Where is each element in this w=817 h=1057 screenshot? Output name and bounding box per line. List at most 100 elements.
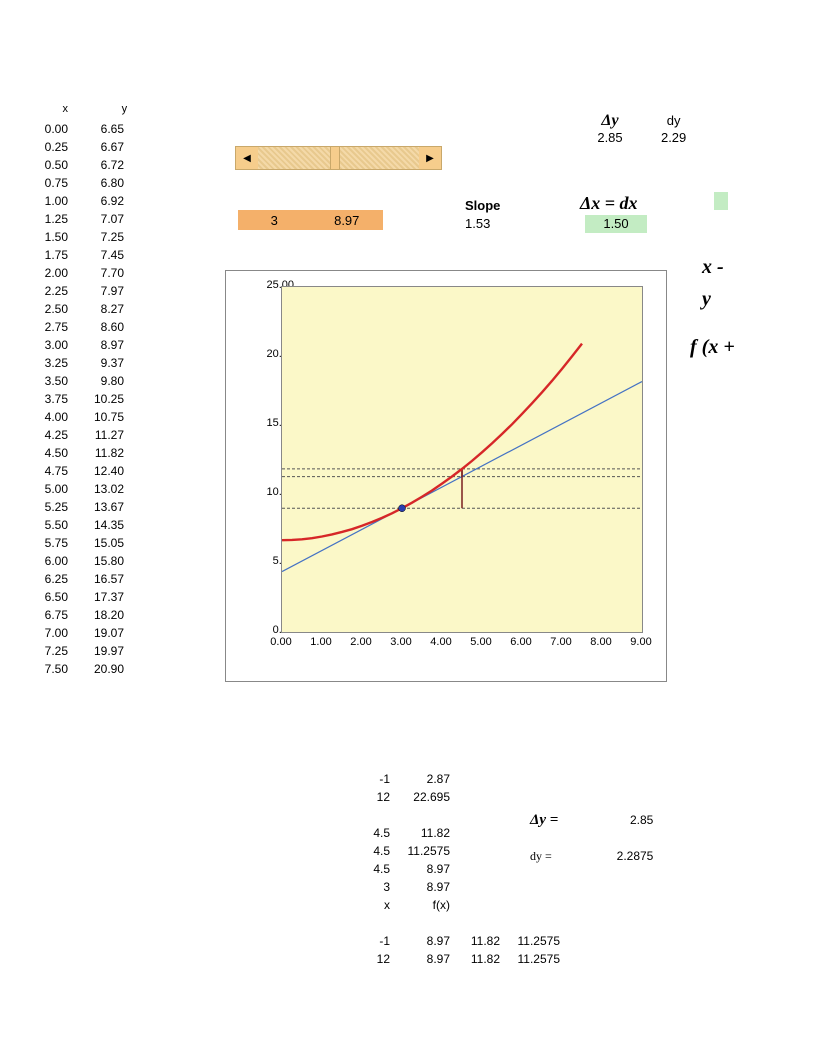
- table-row: 38.97: [355, 878, 560, 896]
- table-row: 0.756.80: [28, 174, 127, 192]
- scroll-left-button[interactable]: ◀: [236, 147, 258, 169]
- cell-x: 5.50: [28, 516, 68, 534]
- cell-y: 6.67: [74, 138, 124, 156]
- cell-y: 18.20: [74, 606, 124, 624]
- slope-label: Slope: [465, 198, 500, 213]
- chart: 25.00 20.00 15.00 10.00 5.00 0.00 0.00 1…: [225, 270, 667, 682]
- current-x: 3: [238, 213, 311, 228]
- cell-y: 7.45: [74, 246, 124, 264]
- current-y: 8.97: [311, 213, 384, 228]
- table-row: 4.7512.40: [28, 462, 127, 480]
- table-row: 2.75 8.60: [28, 318, 127, 336]
- cell-x: 7.50: [28, 660, 68, 678]
- table-row: 5.0013.02: [28, 480, 127, 498]
- xy-table: x y 0.006.650.256.670.506.720.756.801.00…: [28, 100, 127, 678]
- triangle-right-icon: ▶: [426, 153, 434, 164]
- cell-y: 6.65: [74, 120, 124, 138]
- cell-x: 6.75: [28, 606, 68, 624]
- cell-x: 3.50: [28, 372, 68, 390]
- cell-y: 7.97: [74, 282, 124, 300]
- cell-y: 19.97: [74, 642, 124, 660]
- cell-x: 7.00: [28, 624, 68, 642]
- x-tick: 2.00: [346, 636, 376, 648]
- table-row: -18.9711.8211.2575: [355, 932, 560, 950]
- delta-y-value: 2.85: [580, 130, 640, 145]
- table-row: 3.25 9.37: [28, 354, 127, 372]
- cell-x: 3.25: [28, 354, 68, 372]
- table-row: 1.75 7.45: [28, 246, 127, 264]
- cell-x: 1.75: [28, 246, 68, 264]
- green-cell[interactable]: [714, 192, 728, 210]
- table-row: 3.50 9.80: [28, 372, 127, 390]
- cell-y: 8.97: [74, 336, 124, 354]
- cell-y: 7.70: [74, 264, 124, 282]
- plot-area: [281, 286, 643, 633]
- cell-x: 5.00: [28, 480, 68, 498]
- table-row: -12.87: [355, 770, 560, 788]
- cell-x: 2.00: [28, 264, 68, 282]
- table-row: 4.2511.27: [28, 426, 127, 444]
- cell-y: 10.75: [74, 408, 124, 426]
- cell-x: 6.25: [28, 570, 68, 588]
- table-row: 2.508.27: [28, 300, 127, 318]
- table-row: 4.0010.75: [28, 408, 127, 426]
- table-row: 2.25 7.97: [28, 282, 127, 300]
- x-tick: 1.00: [306, 636, 336, 648]
- cell-y: 9.80: [74, 372, 124, 390]
- current-point-readout: 3 8.97: [238, 210, 383, 230]
- table-row: 1.50 7.25: [28, 228, 127, 246]
- cell-y: 7.07: [74, 210, 124, 228]
- table-row: 7.0019.07: [28, 624, 127, 642]
- cell-y: 14.35: [74, 516, 124, 534]
- delta-x-label: Δx = dx: [580, 193, 638, 214]
- bottom-deltay-value: 2.85: [593, 802, 653, 838]
- table-row: xf(x): [355, 896, 560, 914]
- cell-y: 10.25: [74, 390, 124, 408]
- cell-x: 6.50: [28, 588, 68, 606]
- cell-y: 11.82: [74, 444, 124, 462]
- table-row: 0.00 6.65: [28, 120, 127, 138]
- cell-y: 12.40: [74, 462, 124, 480]
- cell-y: 8.60: [74, 318, 124, 336]
- x-tick: 4.00: [426, 636, 456, 648]
- dy-value: 2.29: [644, 130, 704, 145]
- x-tick: 9.00: [626, 636, 656, 648]
- table-row: 1.257.07: [28, 210, 127, 228]
- cell-x: 4.50: [28, 444, 68, 462]
- cell-y: 15.05: [74, 534, 124, 552]
- table-row: 1.006.92: [28, 192, 127, 210]
- cell-x: 2.50: [28, 300, 68, 318]
- cell-y: 9.37: [74, 354, 124, 372]
- cell-y: 15.80: [74, 552, 124, 570]
- table-row: 5.7515.05: [28, 534, 127, 552]
- scroll-thumb[interactable]: [330, 147, 340, 169]
- x-scrollbar[interactable]: ◀ ▶: [235, 146, 442, 170]
- bottom-dy-block: Δy = 2.85 dy = 2.2875: [530, 802, 653, 874]
- cell-y: 6.92: [74, 192, 124, 210]
- table-row: 3.008.97: [28, 336, 127, 354]
- table-row: 6.2516.57: [28, 570, 127, 588]
- cell-y: 20.90: [74, 660, 124, 678]
- delta-readout: Δy dy 2.85 2.29: [580, 112, 740, 145]
- cell-y: 6.72: [74, 156, 124, 174]
- scroll-right-button[interactable]: ▶: [419, 147, 441, 169]
- plot-svg: [282, 287, 642, 632]
- triangle-left-icon: ◀: [243, 153, 251, 164]
- scroll-track[interactable]: [258, 147, 419, 169]
- cell-x: 1.50: [28, 228, 68, 246]
- cell-y: 7.25: [74, 228, 124, 246]
- cell-x: 2.25: [28, 282, 68, 300]
- bottom-dy-value: 2.2875: [593, 838, 653, 874]
- table-row: 5.50 14.35: [28, 516, 127, 534]
- x-tick: 3.00: [386, 636, 416, 648]
- table-row: 5.2513.67: [28, 498, 127, 516]
- cell-x: 5.25: [28, 498, 68, 516]
- col-x-header: x: [28, 100, 68, 118]
- col-y-header: y: [77, 100, 127, 118]
- cell-x: 0.00: [28, 120, 68, 138]
- bottom-deltay-label: Δy =: [530, 802, 590, 838]
- delta-x-value[interactable]: 1.50: [585, 215, 647, 233]
- table-row: 6.5017.37: [28, 588, 127, 606]
- x-tick: 7.00: [546, 636, 576, 648]
- cell-x: 2.75: [28, 318, 68, 336]
